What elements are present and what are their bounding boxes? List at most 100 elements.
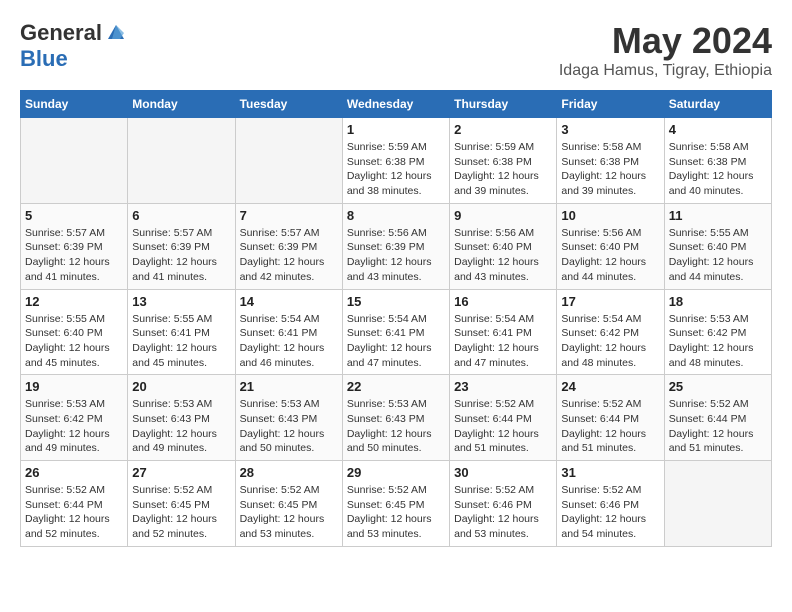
day-info: Sunrise: 5:52 AM Sunset: 6:45 PM Dayligh… — [240, 483, 338, 542]
day-info: Sunrise: 5:52 AM Sunset: 6:44 PM Dayligh… — [25, 483, 123, 542]
day-number: 7 — [240, 208, 338, 223]
day-number: 18 — [669, 294, 767, 309]
day-info: Sunrise: 5:59 AM Sunset: 6:38 PM Dayligh… — [347, 140, 445, 199]
calendar-cell — [128, 118, 235, 204]
calendar-table: SundayMondayTuesdayWednesdayThursdayFrid… — [20, 90, 772, 547]
calendar-cell: 13Sunrise: 5:55 AM Sunset: 6:41 PM Dayli… — [128, 289, 235, 375]
day-info: Sunrise: 5:55 AM Sunset: 6:40 PM Dayligh… — [25, 312, 123, 371]
weekday-header-row: SundayMondayTuesdayWednesdayThursdayFrid… — [21, 91, 772, 118]
day-info: Sunrise: 5:52 AM Sunset: 6:45 PM Dayligh… — [347, 483, 445, 542]
calendar-cell: 29 Sunrise: 5:52 AM Sunset: 6:45 PM Dayli… — [342, 461, 449, 547]
calendar-cell: 8 Sunrise: 5:56 AM Sunset: 6:39 PM Daylig… — [342, 203, 449, 289]
calendar-cell: 9 Sunrise: 5:56 AM Sunset: 6:40 PM Daylig… — [450, 203, 557, 289]
weekday-header-tuesday: Tuesday — [235, 91, 342, 118]
calendar-cell: 28 Sunrise: 5:52 AM Sunset: 6:45 PM Dayli… — [235, 461, 342, 547]
page-header: General Blue May 2024 Idaga Hamus, Tigra… — [20, 20, 772, 80]
logo-blue-text: Blue — [20, 46, 68, 72]
day-number: 25 — [669, 379, 767, 394]
day-number: 15 — [347, 294, 445, 309]
day-info: Sunrise: 5:54 AM Sunset: 6:41 PM Dayligh… — [347, 312, 445, 371]
day-number: 28 — [240, 465, 338, 480]
day-number: 8 — [347, 208, 445, 223]
day-info: Sunrise: 5:54 AM Sunset: 6:41 PM Dayligh… — [240, 312, 338, 371]
calendar-cell — [21, 118, 128, 204]
calendar-cell: 12 Sunrise: 5:55 AM Sunset: 6:40 PM Dayli… — [21, 289, 128, 375]
weekday-header-monday: Monday — [128, 91, 235, 118]
day-info: Sunrise: 5:52 AM Sunset: 6:44 PM Dayligh… — [561, 397, 659, 456]
day-info: Sunrise: 5:58 AM Sunset: 6:38 PM Dayligh… — [669, 140, 767, 199]
calendar-cell: 7 Sunrise: 5:57 AM Sunset: 6:39 PM Daylig… — [235, 203, 342, 289]
day-number: 23 — [454, 379, 552, 394]
logo-general-text: General — [20, 20, 102, 46]
title-section: May 2024 Idaga Hamus, Tigray, Ethiopia — [559, 20, 772, 80]
day-number: 26 — [25, 465, 123, 480]
day-info: Sunrise: 5:53 AM Sunset: 6:43 PM Dayligh… — [347, 397, 445, 456]
day-info: Sunrise: 5:57 AM Sunset: 6:39 PM Dayligh… — [132, 226, 230, 285]
day-number: 22 — [347, 379, 445, 394]
day-info: Sunrise: 5:55 AM Sunset: 6:40 PM Dayligh… — [669, 226, 767, 285]
calendar-cell: 5Sunrise: 5:57 AM Sunset: 6:39 PM Daylig… — [21, 203, 128, 289]
calendar-cell: 11 Sunrise: 5:55 AM Sunset: 6:40 PM Dayli… — [664, 203, 771, 289]
calendar-week-row: 19 Sunrise: 5:53 AM Sunset: 6:42 PM Dayli… — [21, 375, 772, 461]
day-info: Sunrise: 5:53 AM Sunset: 6:42 PM Dayligh… — [669, 312, 767, 371]
calendar-cell: 14 Sunrise: 5:54 AM Sunset: 6:41 PM Dayli… — [235, 289, 342, 375]
logo: General Blue — [20, 20, 128, 72]
day-info: Sunrise: 5:56 AM Sunset: 6:40 PM Dayligh… — [454, 226, 552, 285]
logo-icon — [104, 21, 128, 45]
day-number: 29 — [347, 465, 445, 480]
day-info: Sunrise: 5:53 AM Sunset: 6:43 PM Dayligh… — [240, 397, 338, 456]
day-info: Sunrise: 5:52 AM Sunset: 6:44 PM Dayligh… — [454, 397, 552, 456]
day-info: Sunrise: 5:57 AM Sunset: 6:39 PM Dayligh… — [25, 226, 123, 285]
calendar-cell: 17Sunrise: 5:54 AM Sunset: 6:42 PM Dayli… — [557, 289, 664, 375]
calendar-cell: 31Sunrise: 5:52 AM Sunset: 6:46 PM Dayli… — [557, 461, 664, 547]
day-info: Sunrise: 5:55 AM Sunset: 6:41 PM Dayligh… — [132, 312, 230, 371]
calendar-cell: 30 Sunrise: 5:52 AM Sunset: 6:46 PM Dayli… — [450, 461, 557, 547]
day-info: Sunrise: 5:53 AM Sunset: 6:42 PM Dayligh… — [25, 397, 123, 456]
month-year-title: May 2024 — [559, 20, 772, 62]
day-number: 30 — [454, 465, 552, 480]
day-number: 20 — [132, 379, 230, 394]
day-number: 6 — [132, 208, 230, 223]
day-info: Sunrise: 5:52 AM Sunset: 6:46 PM Dayligh… — [454, 483, 552, 542]
day-info: Sunrise: 5:52 AM Sunset: 6:44 PM Dayligh… — [669, 397, 767, 456]
calendar-cell: 10Sunrise: 5:56 AM Sunset: 6:40 PM Dayli… — [557, 203, 664, 289]
day-info: Sunrise: 5:57 AM Sunset: 6:39 PM Dayligh… — [240, 226, 338, 285]
day-info: Sunrise: 5:53 AM Sunset: 6:43 PM Dayligh… — [132, 397, 230, 456]
calendar-cell — [664, 461, 771, 547]
calendar-cell: 15 Sunrise: 5:54 AM Sunset: 6:41 PM Dayli… — [342, 289, 449, 375]
calendar-week-row: 1Sunrise: 5:59 AM Sunset: 6:38 PM Daylig… — [21, 118, 772, 204]
day-number: 21 — [240, 379, 338, 394]
calendar-week-row: 5Sunrise: 5:57 AM Sunset: 6:39 PM Daylig… — [21, 203, 772, 289]
day-info: Sunrise: 5:54 AM Sunset: 6:41 PM Dayligh… — [454, 312, 552, 371]
weekday-header-friday: Friday — [557, 91, 664, 118]
calendar-week-row: 26 Sunrise: 5:52 AM Sunset: 6:44 PM Dayli… — [21, 461, 772, 547]
day-number: 2 — [454, 122, 552, 137]
day-number: 12 — [25, 294, 123, 309]
day-info: Sunrise: 5:59 AM Sunset: 6:38 PM Dayligh… — [454, 140, 552, 199]
calendar-cell: 18 Sunrise: 5:53 AM Sunset: 6:42 PM Dayli… — [664, 289, 771, 375]
day-number: 16 — [454, 294, 552, 309]
calendar-cell: 4 Sunrise: 5:58 AM Sunset: 6:38 PM Daylig… — [664, 118, 771, 204]
calendar-cell: 6 Sunrise: 5:57 AM Sunset: 6:39 PM Daylig… — [128, 203, 235, 289]
calendar-cell — [235, 118, 342, 204]
calendar-cell: 16 Sunrise: 5:54 AM Sunset: 6:41 PM Dayli… — [450, 289, 557, 375]
day-number: 19 — [25, 379, 123, 394]
calendar-cell: 25 Sunrise: 5:52 AM Sunset: 6:44 PM Dayli… — [664, 375, 771, 461]
day-number: 31 — [561, 465, 659, 480]
day-number: 24 — [561, 379, 659, 394]
day-info: Sunrise: 5:56 AM Sunset: 6:39 PM Dayligh… — [347, 226, 445, 285]
calendar-cell: 2 Sunrise: 5:59 AM Sunset: 6:38 PM Daylig… — [450, 118, 557, 204]
day-number: 14 — [240, 294, 338, 309]
calendar-cell: 20 Sunrise: 5:53 AM Sunset: 6:43 PM Dayli… — [128, 375, 235, 461]
day-number: 9 — [454, 208, 552, 223]
weekday-header-thursday: Thursday — [450, 91, 557, 118]
day-number: 11 — [669, 208, 767, 223]
weekday-header-wednesday: Wednesday — [342, 91, 449, 118]
calendar-cell: 22 Sunrise: 5:53 AM Sunset: 6:43 PM Dayli… — [342, 375, 449, 461]
day-number: 4 — [669, 122, 767, 137]
calendar-cell: 1Sunrise: 5:59 AM Sunset: 6:38 PM Daylig… — [342, 118, 449, 204]
calendar-cell: 24 Sunrise: 5:52 AM Sunset: 6:44 PM Dayli… — [557, 375, 664, 461]
day-info: Sunrise: 5:52 AM Sunset: 6:45 PM Dayligh… — [132, 483, 230, 542]
calendar-cell: 19 Sunrise: 5:53 AM Sunset: 6:42 PM Dayli… — [21, 375, 128, 461]
weekday-header-sunday: Sunday — [21, 91, 128, 118]
